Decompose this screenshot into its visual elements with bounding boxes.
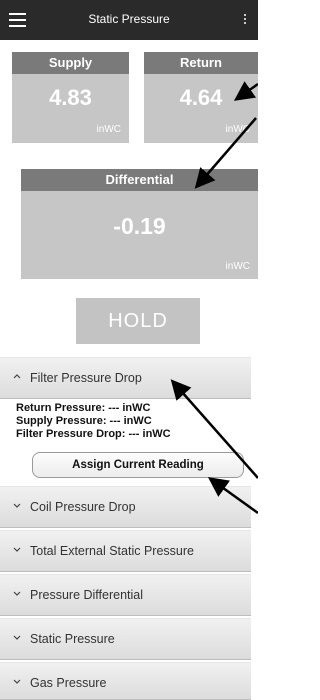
accordion-pressure-differential-label: Pressure Differential (30, 588, 144, 602)
accordion-total-external-static-pressure[interactable]: Total External Static Pressure (0, 530, 251, 572)
accordion-static-pressure-label: Static Pressure (30, 632, 115, 646)
chevron-up-icon (13, 374, 21, 379)
accordion-filter-pressure-drop-label: Filter Pressure Drop (30, 371, 142, 385)
accordion-pressure-differential[interactable]: Pressure Differential (0, 574, 251, 616)
accordion-gas-pressure[interactable]: Gas Pressure (0, 662, 251, 700)
differential-unit: inWC (225, 261, 250, 272)
differential-gauge: Differential -0.19 inWC (21, 169, 258, 279)
chevron-down-icon (13, 679, 21, 684)
supply-gauge: Supply 4.83 inWC (12, 52, 129, 143)
accordion-filter-pressure-drop[interactable]: Filter Pressure Drop (0, 357, 251, 399)
supply-value: 4.83 (49, 85, 92, 110)
hold-button[interactable]: HOLD (76, 298, 200, 344)
accordion-gas-pressure-label: Gas Pressure (30, 676, 107, 690)
chevron-down-icon (13, 591, 21, 596)
return-gauge: Return 4.64 inWC (144, 52, 258, 143)
chevron-down-icon (13, 635, 21, 640)
differential-value: -0.19 (113, 213, 166, 239)
overflow-menu-icon[interactable] (242, 12, 248, 28)
return-unit: inWC (225, 124, 250, 135)
page-title: Static Pressure (88, 12, 170, 26)
chevron-down-icon (13, 503, 21, 508)
accordion-coil-pressure-drop-label: Coil Pressure Drop (30, 500, 136, 514)
supply-label: Supply (12, 52, 129, 74)
hamburger-menu-icon[interactable] (9, 13, 26, 27)
chevron-down-icon (13, 547, 21, 552)
return-pressure-text: Return Pressure: --- inWC (16, 402, 151, 414)
return-value: 4.64 (179, 85, 223, 110)
accordion-total-external-static-pressure-label: Total External Static Pressure (30, 544, 194, 558)
supply-unit: inWC (96, 124, 121, 135)
differential-label: Differential (21, 169, 258, 191)
assign-current-reading-button[interactable]: Assign Current Reading (32, 452, 244, 478)
accordion-coil-pressure-drop[interactable]: Coil Pressure Drop (0, 486, 251, 528)
accordion-static-pressure[interactable]: Static Pressure (0, 618, 251, 660)
filter-pressure-drop-text: Filter Pressure Drop: --- inWC (16, 428, 171, 440)
supply-pressure-text: Supply Pressure: --- inWC (16, 415, 152, 427)
return-label: Return (144, 52, 258, 74)
app-bar: Static Pressure (0, 0, 258, 40)
